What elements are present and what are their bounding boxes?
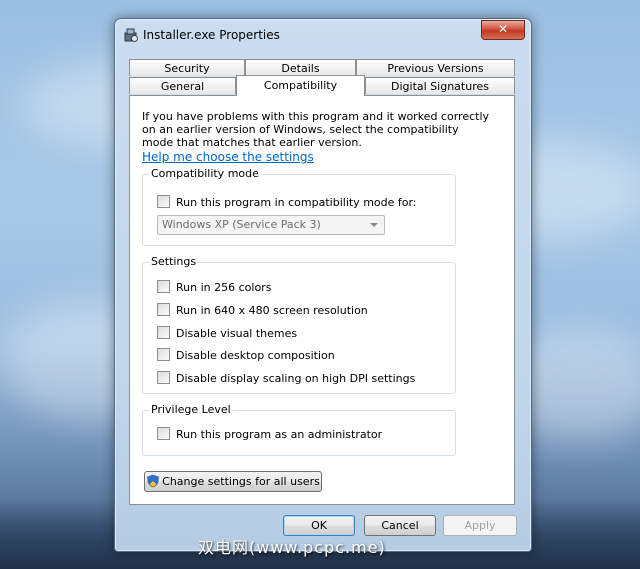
tab-details[interactable]: Details — [245, 59, 356, 76]
compatibility-mode-group: Compatibility mode Run this program in c… — [142, 167, 456, 246]
installer-icon — [124, 28, 138, 42]
checkbox[interactable] — [157, 195, 170, 208]
compat-mode-checkbox[interactable]: Run this program in compatibility mode f… — [157, 195, 417, 209]
tab-compatibility[interactable]: Compatibility — [236, 75, 365, 96]
setting-disable-visual-themes[interactable]: Disable visual themes — [157, 326, 297, 340]
settings-group: Settings Run in 256 colors Run in 640 x … — [142, 255, 456, 394]
checkbox[interactable] — [157, 280, 170, 293]
properties-dialog: Installer.exe Properties ✕ Security Deta… — [114, 18, 532, 552]
uac-shield-icon — [147, 474, 159, 488]
tab-digital-signatures[interactable]: Digital Signatures — [365, 77, 515, 94]
close-button[interactable]: ✕ — [481, 20, 525, 40]
help-link[interactable]: Help me choose the settings — [142, 150, 314, 164]
tab-previous-versions[interactable]: Previous Versions — [356, 59, 515, 76]
title-bar[interactable]: Installer.exe Properties ✕ — [115, 19, 531, 49]
checkbox[interactable] — [157, 427, 170, 440]
checkbox[interactable] — [157, 303, 170, 316]
group-label-settings: Settings — [149, 255, 199, 268]
checkbox[interactable] — [157, 326, 170, 339]
group-label-privilege-level: Privilege Level — [149, 403, 233, 416]
checkbox[interactable] — [157, 348, 170, 361]
window-title: Installer.exe Properties — [143, 28, 280, 42]
apply-button[interactable]: Apply — [443, 515, 517, 536]
tab-security[interactable]: Security — [129, 59, 245, 76]
checkbox[interactable] — [157, 371, 170, 384]
watermark: 双电网(www.pcpc.me) — [198, 538, 386, 557]
setting-256-colors[interactable]: Run in 256 colors — [157, 280, 271, 294]
group-label-compatibility-mode: Compatibility mode — [149, 167, 261, 180]
setting-640x480[interactable]: Run in 640 x 480 screen resolution — [157, 303, 368, 317]
ok-button[interactable]: OK — [283, 515, 355, 536]
tab-general[interactable]: General — [129, 77, 236, 94]
change-settings-all-users-button[interactable]: Change settings for all users — [144, 471, 322, 492]
chevron-down-icon — [370, 223, 378, 227]
run-as-admin-checkbox[interactable]: Run this program as an administrator — [157, 427, 382, 441]
cancel-button[interactable]: Cancel — [364, 515, 436, 536]
compatibility-panel: If you have problems with this program a… — [129, 95, 515, 505]
os-select[interactable]: Windows XP (Service Pack 3) — [157, 215, 385, 235]
setting-disable-desktop-composition[interactable]: Disable desktop composition — [157, 348, 335, 362]
privilege-level-group: Privilege Level Run this program as an a… — [142, 403, 456, 456]
intro-text: If you have problems with this program a… — [142, 110, 490, 149]
setting-disable-dpi-scaling[interactable]: Disable display scaling on high DPI sett… — [157, 371, 415, 385]
close-icon: ✕ — [497, 22, 509, 36]
